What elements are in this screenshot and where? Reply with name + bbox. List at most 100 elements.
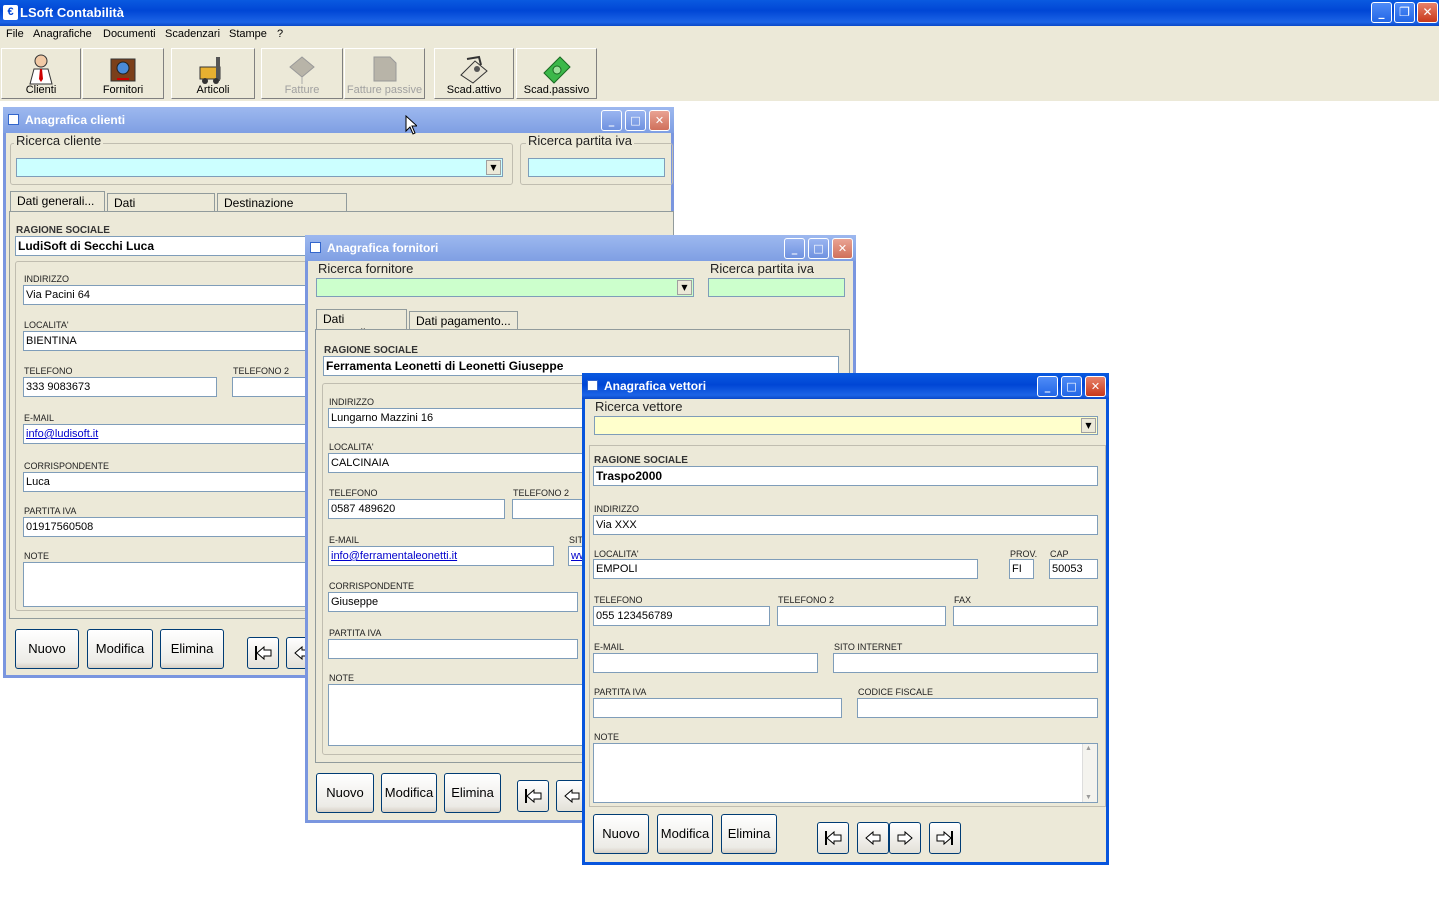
- minimize-icon[interactable]: _: [601, 110, 622, 131]
- note-scrollbar[interactable]: ▲ ▼: [1082, 744, 1097, 802]
- chevron-down-icon[interactable]: ▼: [1081, 418, 1096, 433]
- menu-bar: File Anagrafiche Documenti Scadenzari St…: [0, 26, 1439, 45]
- chevron-down-icon[interactable]: ▼: [677, 280, 692, 295]
- nuovo-button[interactable]: Nuovo: [593, 814, 649, 854]
- telefono-label: TELEFONO: [594, 595, 643, 605]
- close-icon[interactable]: ✕: [832, 238, 853, 259]
- telefono-field[interactable]: 0587 489620: [328, 499, 505, 519]
- elimina-button[interactable]: Elimina: [721, 814, 777, 854]
- telefono2-field[interactable]: [777, 606, 946, 626]
- fax-field[interactable]: [953, 606, 1098, 626]
- ricerca-vettore-label: Ricerca vettore: [593, 399, 685, 414]
- tab-dati-generali[interactable]: Dati generali...: [10, 191, 105, 212]
- nuovo-button[interactable]: Nuovo: [316, 773, 374, 813]
- fornitori-title-bar[interactable]: Anagrafica fornitori _ □ ✕: [305, 235, 856, 261]
- corrispondente-field[interactable]: Giuseppe: [328, 592, 578, 612]
- scroll-up-icon[interactable]: ▲: [1085, 745, 1092, 752]
- sito-internet-field[interactable]: [833, 653, 1098, 673]
- menu-stampe[interactable]: Stampe: [229, 28, 267, 40]
- menu-scadenzari[interactable]: Scadenzari: [165, 28, 220, 40]
- ricerca-piva-input[interactable]: [708, 278, 845, 297]
- sito-internet-label: SITO INTERNET: [834, 642, 903, 652]
- maximize-icon[interactable]: □: [1061, 376, 1082, 397]
- note-field[interactable]: ▲ ▼: [593, 743, 1098, 803]
- window-icon: [8, 114, 19, 125]
- ricerca-vettore-combo[interactable]: ▼: [594, 416, 1098, 435]
- scad-passivo-icon: [542, 56, 571, 84]
- restore-icon[interactable]: ❐: [1394, 2, 1415, 23]
- articoli-icon: [199, 57, 221, 84]
- next-record-icon[interactable]: [889, 822, 921, 854]
- toolbar-clienti-button[interactable]: Clienti: [1, 48, 81, 99]
- maximize-icon[interactable]: □: [625, 110, 646, 131]
- chevron-down-icon[interactable]: ▼: [486, 160, 501, 175]
- previous-record-icon[interactable]: [857, 822, 889, 854]
- ragione-sociale-label: RAGIONE SOCIALE: [324, 345, 418, 356]
- localita-field[interactable]: EMPOLI: [593, 559, 978, 579]
- email-field[interactable]: info@ferramentaleonetti.it: [328, 546, 554, 566]
- first-record-icon[interactable]: [517, 780, 549, 812]
- menu-anagrafiche[interactable]: Anagrafiche: [33, 28, 92, 40]
- close-icon[interactable]: ✕: [1417, 2, 1438, 23]
- tab-destinazione-merce[interactable]: Destinazione merce...: [217, 193, 347, 224]
- toolbar: Clienti Fornitori Articoli Fatture Fattu…: [0, 45, 1439, 101]
- vettori-window: Anagrafica vettori _ □ ✕ Ricerca vettore…: [582, 373, 1109, 865]
- modifica-button[interactable]: Modifica: [87, 629, 153, 669]
- toolbar-fatture-button[interactable]: Fatture: [261, 48, 343, 99]
- elimina-button[interactable]: Elimina: [444, 773, 501, 813]
- menu-documenti[interactable]: Documenti: [103, 28, 156, 40]
- ricerca-piva-input[interactable]: [528, 158, 665, 177]
- email-label: E-MAIL: [24, 413, 55, 423]
- window-icon: [587, 380, 598, 391]
- ricerca-cliente-combo[interactable]: ▼: [16, 158, 503, 177]
- fax-label: FAX: [954, 595, 972, 605]
- close-icon[interactable]: ✕: [649, 110, 670, 131]
- modifica-button[interactable]: Modifica: [381, 773, 437, 813]
- toolbar-fornitori-button[interactable]: Fornitori: [82, 48, 164, 99]
- codice-fiscale-field[interactable]: [857, 698, 1098, 718]
- first-record-icon[interactable]: [817, 822, 849, 854]
- minimize-icon[interactable]: _: [1371, 2, 1392, 23]
- email-field[interactable]: [593, 653, 818, 673]
- menu-file[interactable]: File: [6, 28, 24, 40]
- scroll-down-icon[interactable]: ▼: [1085, 794, 1092, 801]
- telefono2-label: TELEFONO 2: [778, 595, 835, 605]
- telefono-field[interactable]: 055 123456789: [593, 606, 770, 626]
- ricerca-fornitore-combo[interactable]: ▼: [316, 278, 694, 297]
- toolbar-scad-attivo-button[interactable]: Scad.attivo: [434, 48, 514, 99]
- modifica-button[interactable]: Modifica: [657, 814, 713, 854]
- tab-dati-pagamento[interactable]: Dati pagamento...: [107, 193, 215, 224]
- ricerca-fornitore-label: Ricerca fornitore: [316, 261, 416, 276]
- minimize-icon[interactable]: _: [1037, 376, 1058, 397]
- first-record-icon[interactable]: [247, 637, 279, 669]
- last-record-icon[interactable]: [929, 822, 961, 854]
- telefono-field[interactable]: 333 9083673: [23, 377, 217, 397]
- toolbar-scad-passivo-button[interactable]: Scad.passivo: [516, 48, 597, 99]
- tab-dati-pagamento[interactable]: Dati pagamento...: [409, 311, 518, 330]
- ragione-sociale-field[interactable]: Traspo2000: [593, 466, 1098, 486]
- note-label: NOTE: [329, 673, 355, 683]
- partita-iva-field[interactable]: [593, 698, 842, 718]
- indirizzo-label: INDIRIZZO: [594, 504, 639, 514]
- elimina-button[interactable]: Elimina: [160, 629, 224, 669]
- close-icon[interactable]: ✕: [1085, 376, 1106, 397]
- maximize-icon[interactable]: □: [808, 238, 829, 259]
- tab-dati-generali[interactable]: Dati generali...: [316, 309, 407, 340]
- vettori-title-bar[interactable]: Anagrafica vettori _ □ ✕: [582, 373, 1109, 399]
- app-title-bar: € LSoft Contabilità _ ❐ ✕: [0, 0, 1439, 26]
- prov-field[interactable]: FI: [1009, 559, 1034, 579]
- window-icon: [310, 242, 321, 253]
- ragione-sociale-label: RAGIONE SOCIALE: [594, 455, 688, 466]
- toolbar-articoli-button[interactable]: Articoli: [171, 48, 255, 99]
- indirizzo-label: INDIRIZZO: [329, 397, 374, 407]
- menu-help[interactable]: ?: [277, 28, 283, 40]
- toolbar-fatture-passive-button[interactable]: Fatture passive: [344, 48, 425, 99]
- partita-iva-field[interactable]: [328, 639, 578, 659]
- cap-field[interactable]: 50053: [1049, 559, 1098, 579]
- clienti-icon: [29, 54, 53, 85]
- nuovo-button[interactable]: Nuovo: [15, 629, 79, 669]
- indirizzo-field[interactable]: Via XXX: [593, 515, 1098, 535]
- minimize-icon[interactable]: _: [784, 238, 805, 259]
- partita-iva-label: PARTITA IVA: [24, 506, 77, 516]
- clienti-title-bar[interactable]: Anagrafica clienti _ □ ✕: [3, 107, 674, 133]
